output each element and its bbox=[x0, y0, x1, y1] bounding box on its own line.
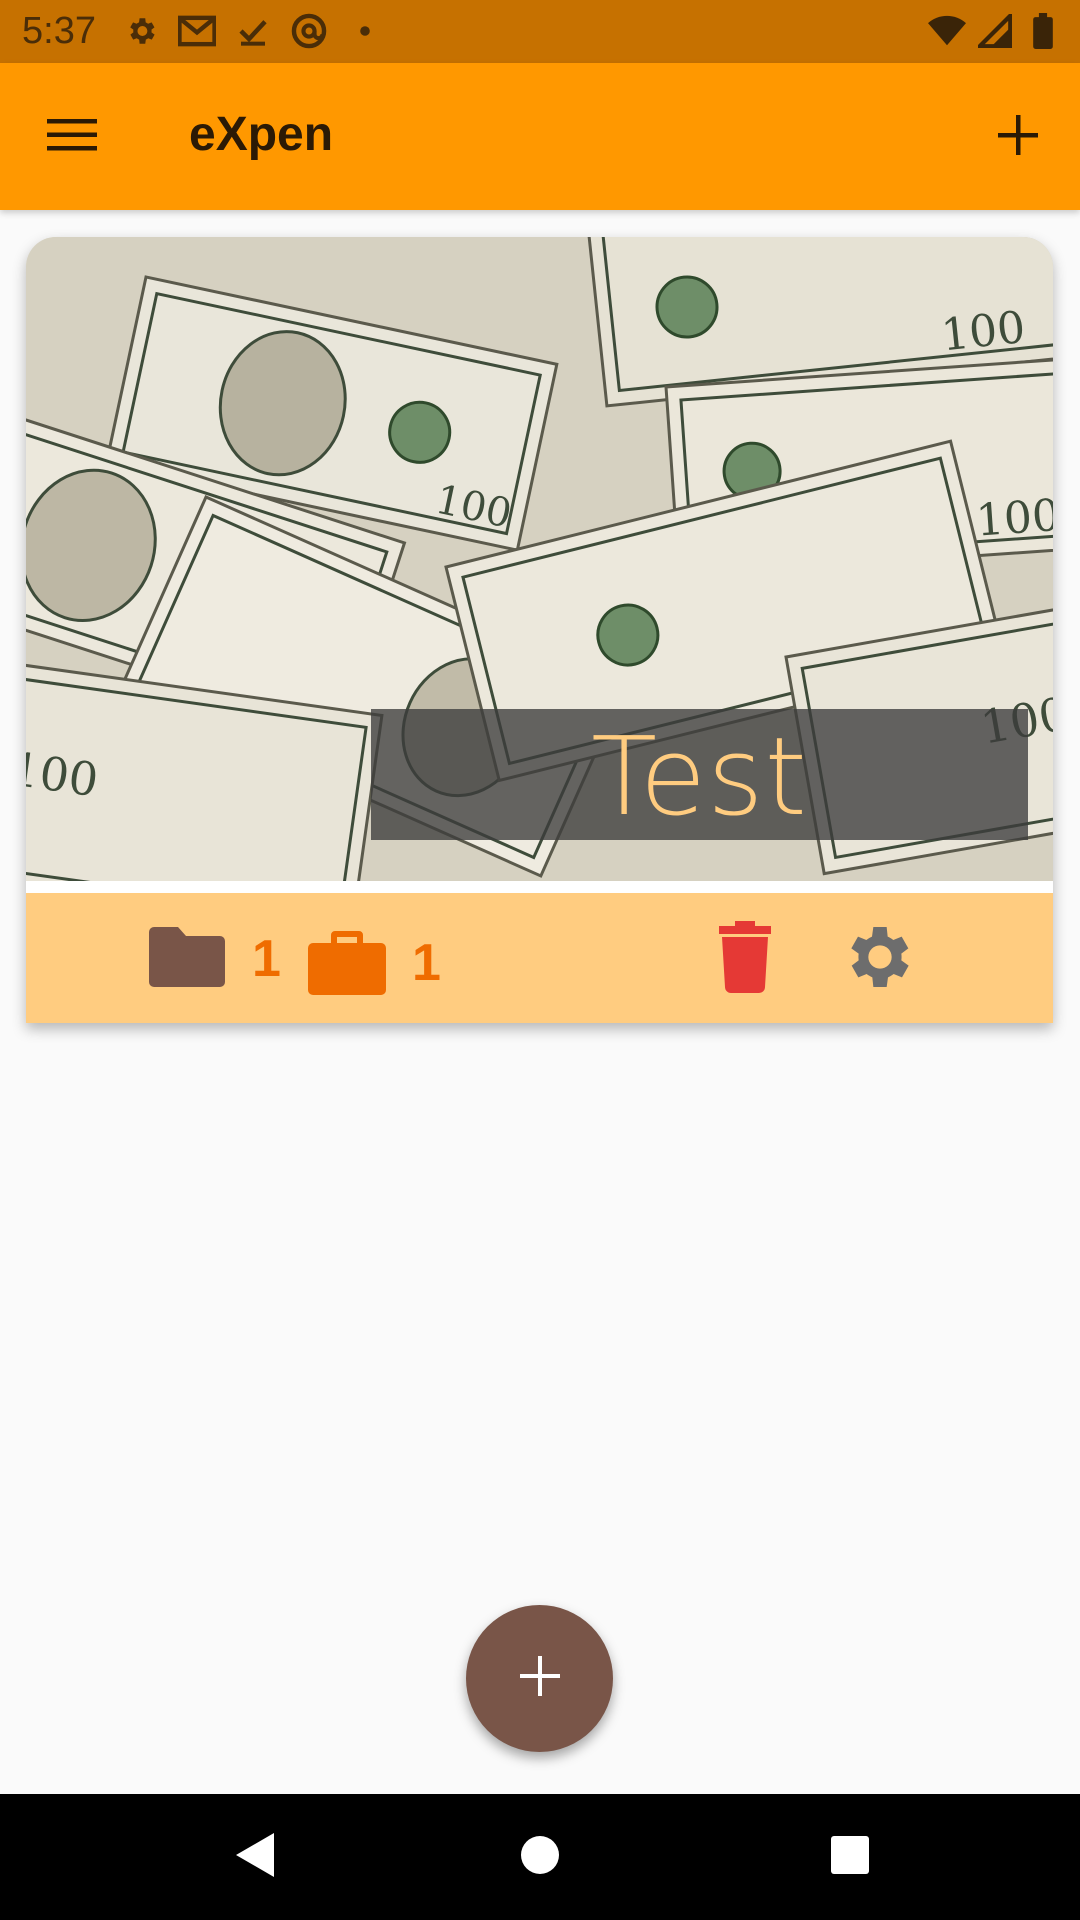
delete-button[interactable] bbox=[709, 919, 781, 999]
gmail-icon bbox=[178, 12, 216, 50]
status-system-icons bbox=[928, 12, 1062, 50]
plus-icon bbox=[998, 114, 1038, 160]
folders-count: 1 bbox=[252, 929, 281, 988]
navigation-bar bbox=[0, 1794, 1080, 1920]
svg-text:100: 100 bbox=[939, 302, 1028, 361]
home-button[interactable] bbox=[507, 1824, 573, 1890]
card-settings-button[interactable] bbox=[838, 917, 922, 1001]
card-title: Test bbox=[591, 715, 808, 840]
svg-text:100: 100 bbox=[974, 490, 1053, 547]
gear-icon bbox=[122, 12, 160, 50]
add-button[interactable] bbox=[986, 105, 1050, 169]
add-fab-button[interactable] bbox=[466, 1605, 613, 1752]
home-icon bbox=[519, 1834, 561, 1881]
folders-stat[interactable]: 1 bbox=[148, 925, 281, 992]
card-title-overlay: Test bbox=[371, 709, 1028, 840]
expense-card[interactable]: 100 100 100 100 100 100 Test 1 1 bbox=[26, 237, 1053, 1023]
back-icon bbox=[234, 1831, 276, 1884]
back-button[interactable] bbox=[222, 1824, 288, 1890]
recents-icon bbox=[830, 1835, 870, 1880]
menu-button[interactable] bbox=[40, 105, 104, 169]
briefcase-count: 1 bbox=[412, 933, 441, 992]
briefcase-icon bbox=[308, 925, 386, 1000]
svg-text:100: 100 bbox=[26, 742, 102, 808]
status-notification-icons bbox=[122, 12, 384, 50]
status-time: 5:37 bbox=[22, 10, 96, 52]
trash-icon bbox=[719, 920, 771, 998]
recents-button[interactable] bbox=[817, 1824, 883, 1890]
briefcase-stat[interactable]: 1 bbox=[308, 925, 441, 1000]
checkmark-icon bbox=[234, 12, 272, 50]
app-bar: eXpen bbox=[0, 63, 1080, 210]
status-bar: 5:37 bbox=[0, 0, 1080, 63]
battery-icon bbox=[1024, 12, 1062, 50]
at-sign-icon bbox=[290, 12, 328, 50]
folder-icon bbox=[148, 925, 226, 992]
hamburger-menu-icon bbox=[47, 117, 97, 158]
card-footer: 1 1 bbox=[26, 893, 1053, 1023]
plus-icon bbox=[519, 1656, 560, 1701]
wifi-icon bbox=[928, 12, 966, 50]
dot-icon bbox=[346, 12, 384, 50]
app-title: eXpen bbox=[189, 108, 334, 161]
settings-gear-icon bbox=[840, 917, 920, 1002]
signal-icon bbox=[976, 12, 1014, 50]
